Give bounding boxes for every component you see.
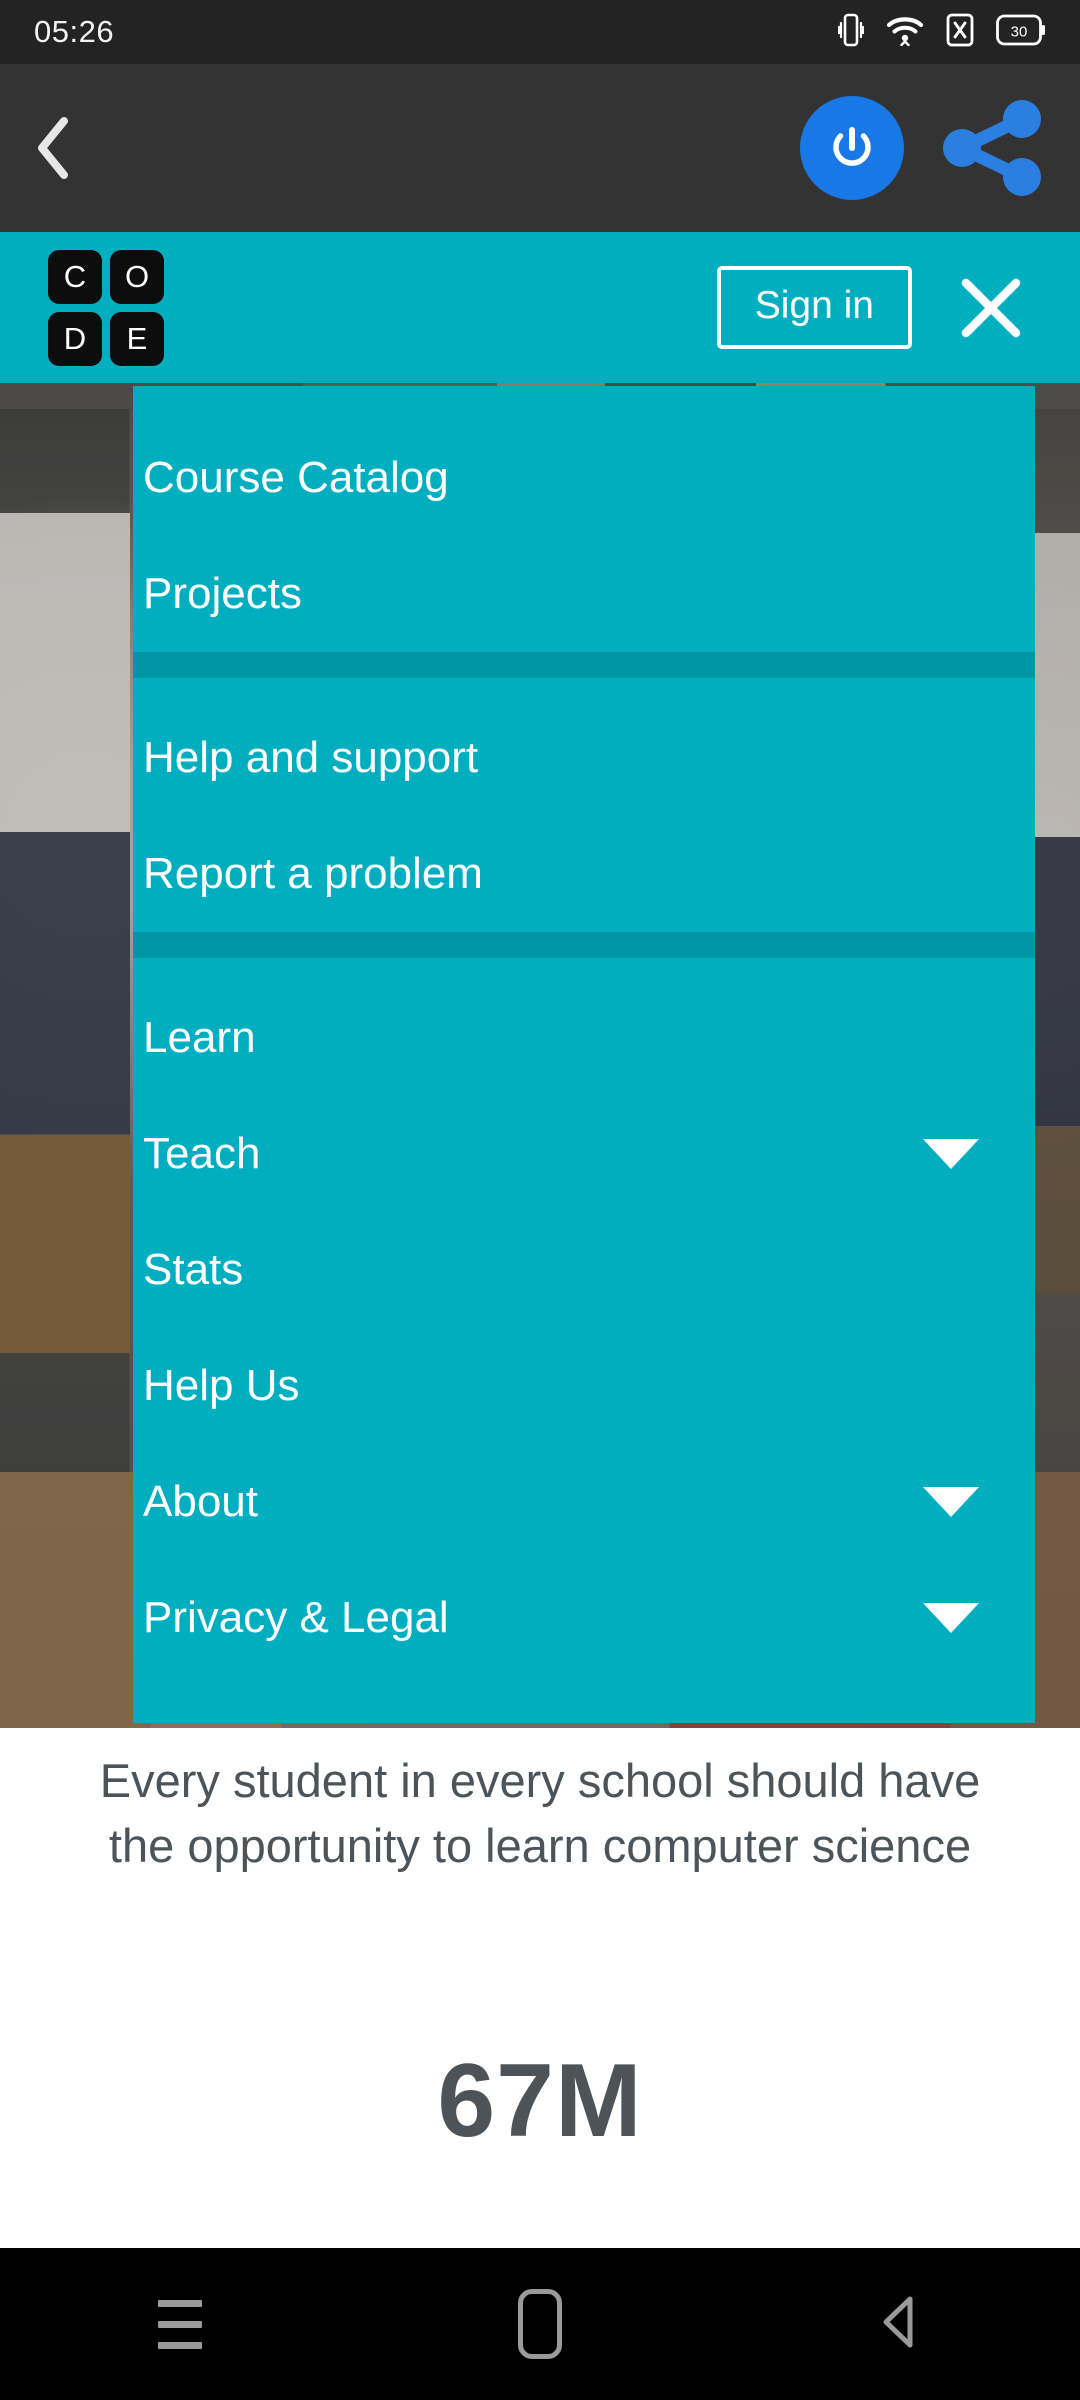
- menu-item-label: Help Us: [143, 1361, 300, 1410]
- menu-item-learn[interactable]: Learn: [133, 980, 1035, 1096]
- status-bar-clock: 05:26: [34, 14, 115, 49]
- menu-divider-1: [133, 652, 1035, 678]
- status-bar: 05:26 30: [0, 0, 1080, 64]
- vibrate-icon: [837, 13, 865, 52]
- menu-group-sections: Learn Teach Stats Help Us About Privacy …: [133, 958, 1035, 1676]
- back-icon: [872, 2291, 928, 2358]
- menu-item-teach[interactable]: Teach: [133, 1096, 1035, 1212]
- wifi-icon: [886, 14, 924, 51]
- sign-in-button[interactable]: Sign in: [716, 266, 912, 349]
- menu-item-projects[interactable]: Projects: [133, 536, 1035, 652]
- stat-value: 67M: [437, 2043, 643, 2159]
- battery-icon: 30: [996, 14, 1046, 51]
- menu-item-privacy-and-legal[interactable]: Privacy & Legal: [133, 1560, 1035, 1676]
- menu-item-label: Help and support: [143, 733, 479, 782]
- recents-icon: [158, 2299, 202, 2349]
- menu-divider-2: [133, 932, 1035, 958]
- app-toolbar-actions: [800, 96, 1054, 200]
- recents-button[interactable]: [100, 2248, 260, 2400]
- home-button[interactable]: [460, 2248, 620, 2400]
- app-toolbar: [0, 64, 1080, 232]
- close-icon[interactable]: [958, 275, 1024, 341]
- chevron-down-icon[interactable]: [923, 1487, 979, 1517]
- system-navigation-bar: [0, 2248, 1080, 2400]
- menu-group-primary: Course Catalog Projects: [133, 386, 1035, 652]
- power-button[interactable]: [800, 96, 904, 200]
- logo-tile-e: E: [110, 311, 164, 366]
- menu-item-report-a-problem[interactable]: Report a problem: [133, 816, 1035, 932]
- logo-tile-o: O: [110, 249, 164, 304]
- menu-item-label: Learn: [143, 1013, 256, 1062]
- menu-item-label: About: [143, 1477, 258, 1526]
- logo-tile-d: D: [48, 311, 102, 366]
- navigation-menu-panel: Course Catalog Projects Help and support…: [133, 386, 1035, 1723]
- no-sim-icon: [946, 13, 974, 52]
- logo-tile-c: C: [48, 249, 102, 304]
- back-chevron-icon[interactable]: [26, 113, 80, 183]
- menu-item-course-catalog[interactable]: Course Catalog: [133, 420, 1035, 536]
- battery-level-text: 30: [1011, 23, 1028, 40]
- home-icon: [518, 2289, 562, 2359]
- code-org-logo[interactable]: C O D E: [48, 249, 164, 366]
- menu-item-label: Course Catalog: [143, 453, 449, 502]
- menu-item-help-us[interactable]: Help Us: [133, 1328, 1035, 1444]
- share-button[interactable]: [938, 98, 1046, 198]
- menu-item-label: Stats: [143, 1245, 244, 1294]
- chevron-down-icon[interactable]: [923, 1603, 979, 1633]
- menu-group-support: Help and support Report a problem: [133, 678, 1035, 932]
- menu-item-about[interactable]: About: [133, 1444, 1035, 1560]
- status-bar-icons: 30: [837, 13, 1046, 52]
- menu-item-label: Teach: [143, 1129, 261, 1178]
- back-button[interactable]: [820, 2248, 980, 2400]
- page-tagline: Every student in every school should hav…: [99, 1754, 981, 1872]
- menu-item-help-and-support[interactable]: Help and support: [133, 700, 1035, 816]
- site-header: C O D E Sign in: [0, 232, 1080, 383]
- menu-item-label: Projects: [143, 569, 302, 618]
- site-header-actions: Sign in: [716, 266, 1036, 349]
- menu-item-label: Privacy & Legal: [143, 1593, 449, 1642]
- phone-screen: 05:26 30 C O D E Sign in Course Catalog …: [0, 0, 1080, 2400]
- menu-item-stats[interactable]: Stats: [133, 1212, 1035, 1328]
- menu-item-label: Report a problem: [143, 849, 483, 898]
- chevron-down-icon[interactable]: [923, 1139, 979, 1169]
